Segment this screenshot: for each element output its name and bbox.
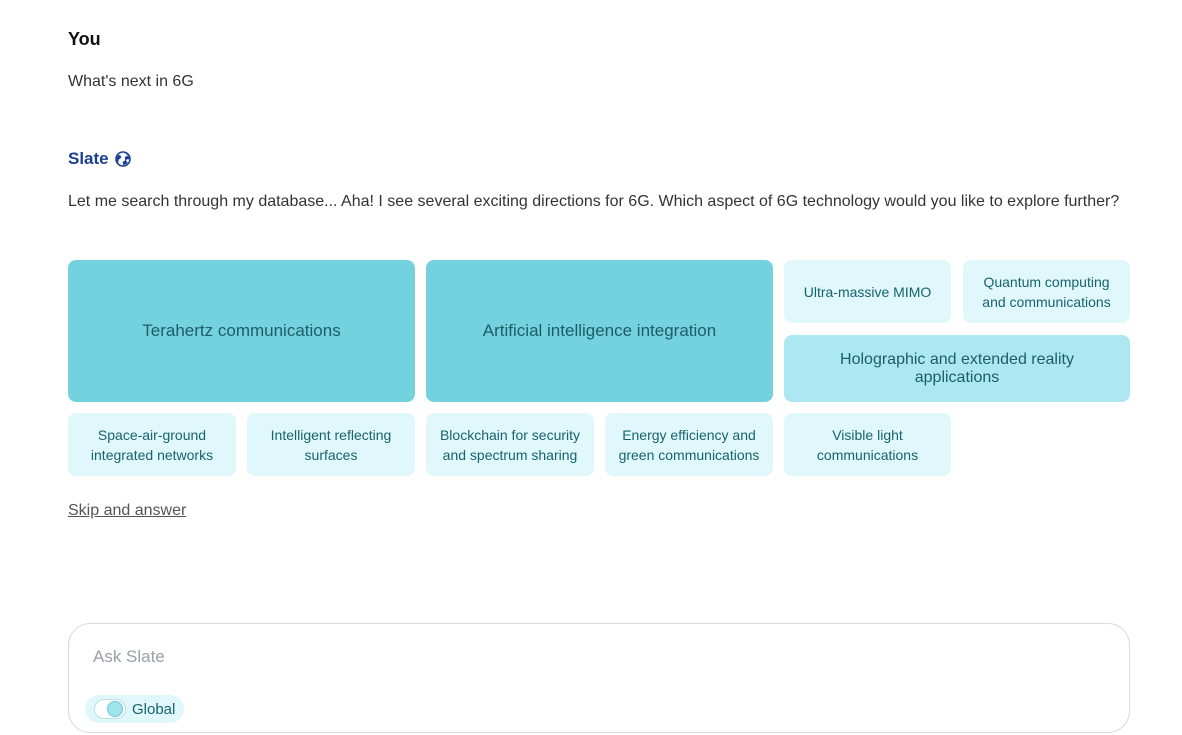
skip-and-answer-link[interactable]: Skip and answer <box>68 502 186 520</box>
ask-input[interactable] <box>93 644 1093 670</box>
option-visible-light[interactable]: Visible light communications <box>784 413 951 476</box>
option-blockchain[interactable]: Blockchain for security and spectrum sha… <box>426 413 594 476</box>
chat-page: You What's next in 6G Slate Let me searc… <box>0 0 1182 735</box>
bot-message: Let me search through my database... Aha… <box>68 193 1120 210</box>
option-quantum-computing[interactable]: Quantum computing and communications <box>963 260 1130 323</box>
user-name-label: You <box>68 29 101 49</box>
option-ultra-massive-mimo[interactable]: Ultra-massive MIMO <box>784 260 951 323</box>
toggle-knob <box>107 701 123 717</box>
toggle-switch[interactable] <box>94 699 126 719</box>
option-energy-efficiency[interactable]: Energy efficiency and green communicatio… <box>605 413 773 476</box>
option-terahertz-communications[interactable]: Terahertz communications <box>68 260 415 402</box>
option-holographic-xr[interactable]: Holographic and extended reality applica… <box>784 335 1130 402</box>
bot-header: Slate <box>68 149 131 169</box>
composer: Global <box>68 623 1130 733</box>
option-ai-integration[interactable]: Artificial intelligence integration <box>426 260 773 402</box>
option-space-air-ground[interactable]: Space-air-ground integrated networks <box>68 413 236 476</box>
option-intelligent-reflecting-surfaces[interactable]: Intelligent reflecting surfaces <box>247 413 415 476</box>
user-message: What's next in 6G <box>68 73 194 90</box>
globe-icon <box>114 151 131 167</box>
global-toggle-label: Global <box>132 700 176 718</box>
bot-name-label: Slate <box>68 149 109 168</box>
global-toggle[interactable]: Global <box>85 695 185 723</box>
